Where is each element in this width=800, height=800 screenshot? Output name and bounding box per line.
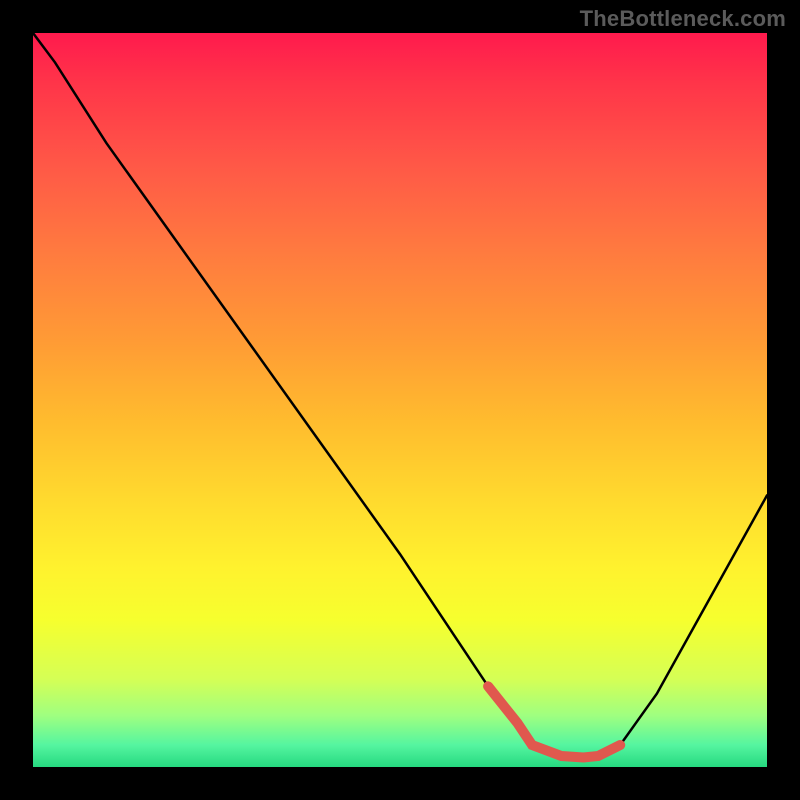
curve-svg: [33, 33, 767, 767]
attribution-text: TheBottleneck.com: [580, 6, 786, 32]
bottleneck-curve: [33, 33, 767, 758]
plot-frame: [33, 33, 767, 767]
bottleneck-highlight-segment: [488, 686, 620, 757]
